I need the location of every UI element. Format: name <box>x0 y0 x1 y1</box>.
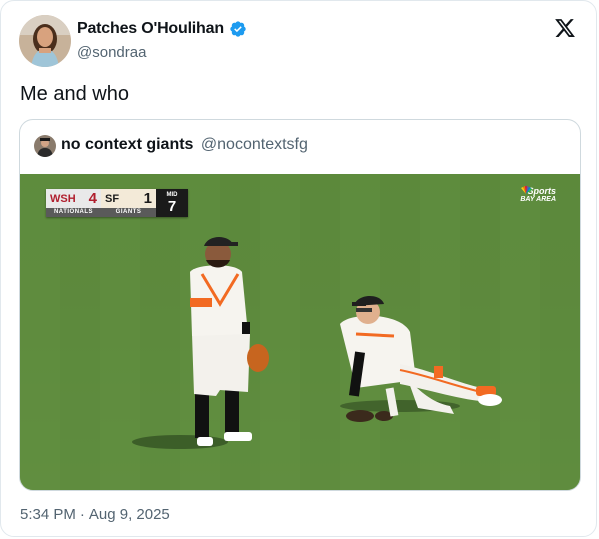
author-name[interactable]: Patches O'Houlihan <box>77 20 224 38</box>
author-name-row[interactable]: Patches O'Houlihan <box>77 20 247 38</box>
tweet-time[interactable]: 5:34 PM <box>20 506 76 523</box>
quoted-tweet[interactable]: no context giants @nocontextsfg WSH 4 NA… <box>19 119 581 491</box>
x-logo-icon[interactable] <box>554 17 576 39</box>
quoted-author-row[interactable]: no context giants @nocontextsfg <box>61 136 308 154</box>
tweet-date[interactable]: Aug 9, 2025 <box>89 506 170 523</box>
author-avatar[interactable] <box>19 15 71 67</box>
home-team-name: GIANTS <box>101 208 156 217</box>
baseball-field-scene <box>20 174 580 490</box>
tweet-text: Me and who <box>20 83 129 105</box>
timestamp-separator: · <box>79 506 85 523</box>
tweet-card[interactable]: Patches O'Houlihan @sondraa Me and who n… <box>0 0 597 537</box>
home-team-abbr: SF <box>105 192 120 205</box>
away-team-name: NATIONALS <box>46 208 101 217</box>
away-team-abbr: WSH <box>50 192 76 205</box>
network-region: BAY AREA <box>520 196 556 203</box>
peacock-icon <box>521 186 533 194</box>
away-team-score: WSH 4 NATIONALS <box>46 189 101 217</box>
tweet-timestamp[interactable]: 5:34 PM · Aug 9, 2025 <box>20 506 170 523</box>
quoted-author-avatar[interactable] <box>34 135 56 157</box>
author-handle[interactable]: @sondraa <box>77 44 146 61</box>
scoreboard-bug: WSH 4 NATIONALS SF 1 GIANTS MID 7 <box>46 189 188 217</box>
quoted-media-image[interactable]: WSH 4 NATIONALS SF 1 GIANTS MID 7 Sports… <box>20 174 580 490</box>
home-team-runs: 1 <box>143 190 152 207</box>
home-team-score: SF 1 GIANTS <box>101 189 156 217</box>
away-team-runs: 4 <box>88 190 97 207</box>
quoted-author-name[interactable]: no context giants <box>61 136 193 153</box>
verified-badge-icon <box>230 21 246 37</box>
network-logo: Sports BAY AREA <box>520 186 556 203</box>
inning-number: 7 <box>167 197 177 215</box>
quoted-author-handle[interactable]: @nocontextsfg <box>201 136 308 153</box>
inning-indicator: MID 7 <box>156 189 188 217</box>
